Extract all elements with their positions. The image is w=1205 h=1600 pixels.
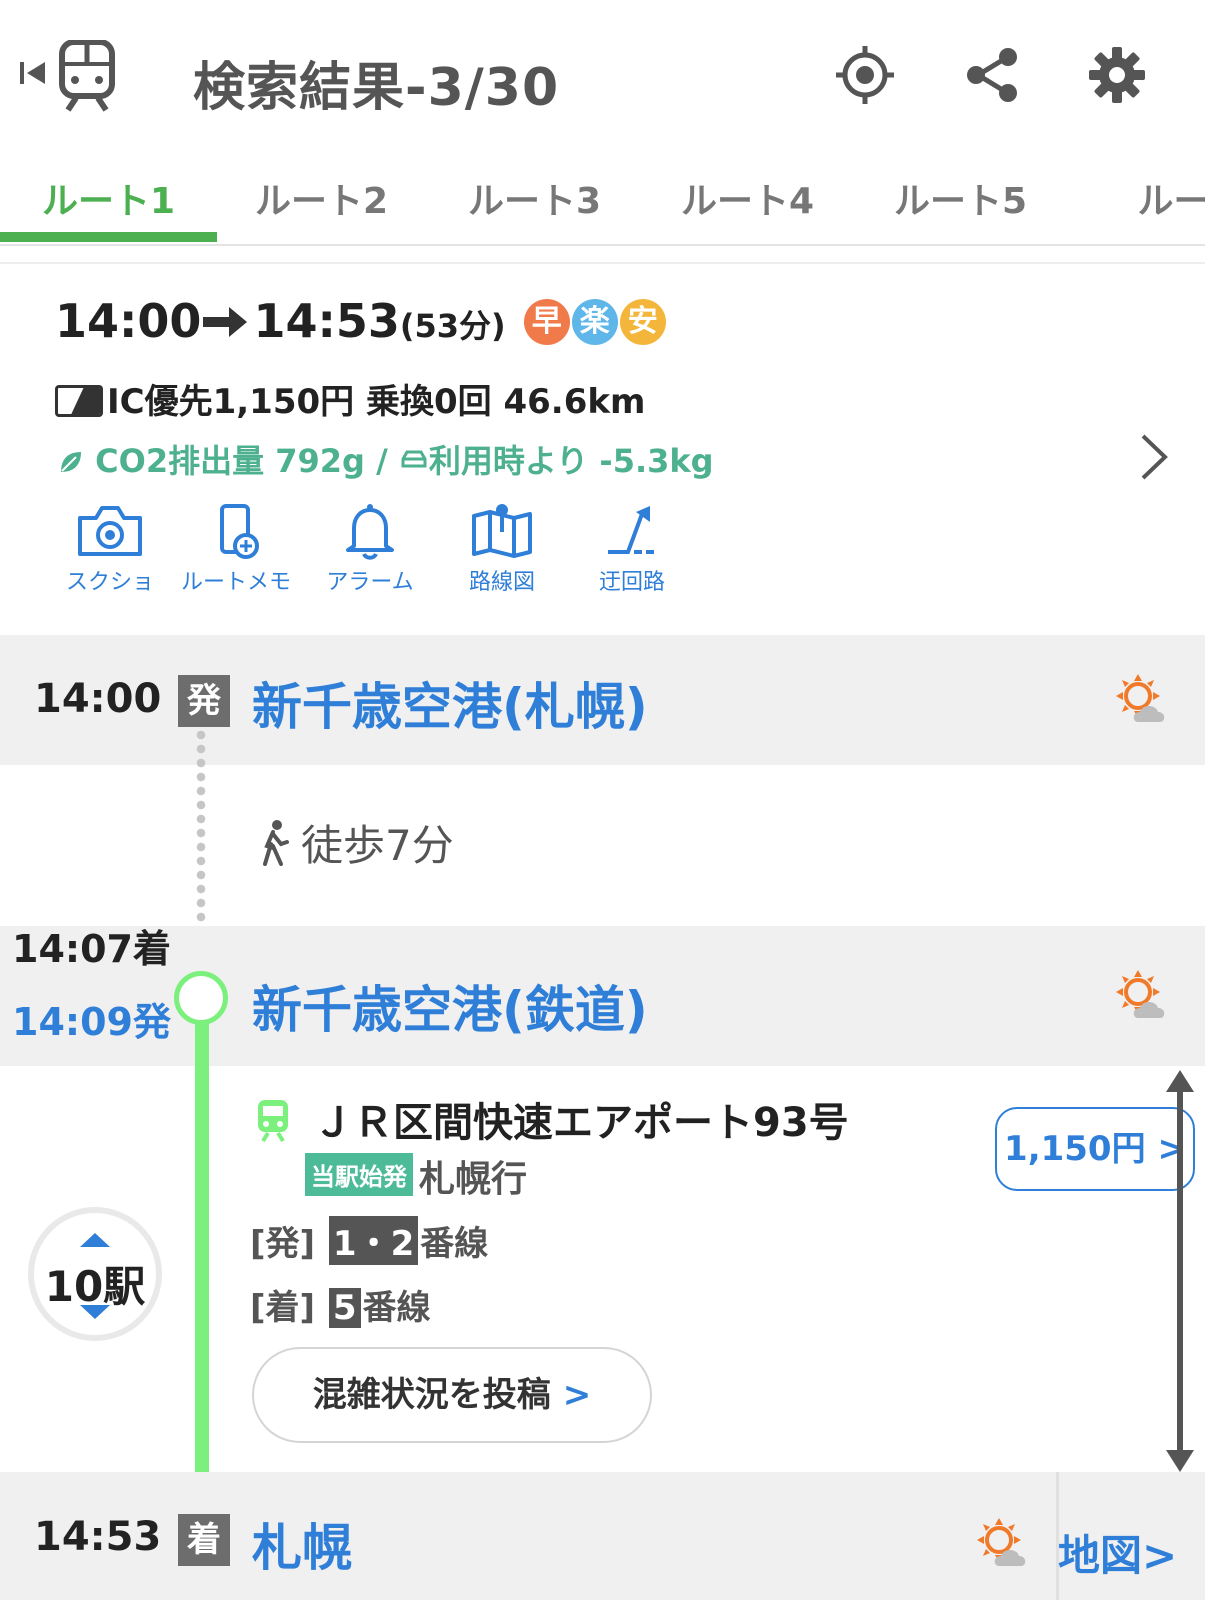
route-map-icon xyxy=(472,504,532,558)
fare-summary: IC優先1,150円 乗換0回 46.6km xyxy=(55,374,645,423)
fast-badge: 早 xyxy=(523,299,570,345)
co2-prefix: CO2排出量 792g / xyxy=(95,442,388,480)
origin-station-name[interactable]: 新千歳空港(札幌) xyxy=(252,667,648,739)
train-name: ＪＲ区間快速エアポート93号 xyxy=(313,1100,849,1146)
congestion-label: 混雑状況を投稿 xyxy=(312,1375,551,1415)
weather-sunny-cloudy-icon[interactable] xyxy=(975,1516,1031,1572)
walk-segment: 徒歩7分 xyxy=(255,812,454,873)
weather-sunny-cloudy-icon[interactable] xyxy=(1114,672,1170,728)
origin-station-badge: 当駅始発 xyxy=(305,1153,413,1196)
car-icon xyxy=(401,450,427,468)
tab-route-5[interactable]: ルート5 xyxy=(852,172,1069,242)
train-route-line xyxy=(195,1004,209,1524)
easy-badge: 楽 xyxy=(571,299,618,345)
transfer-depart-time[interactable]: 14:09発 xyxy=(12,991,171,1046)
route-memo-label: ルートメモ xyxy=(181,570,292,595)
route-tabs: ルート1 ルート2 ルート3 ルート4 ルート5 ルー xyxy=(0,150,1205,246)
arr-platform-number: 5 xyxy=(328,1288,361,1328)
station-node xyxy=(174,971,228,1025)
transfer-arrive-time: 14:07着 xyxy=(12,927,171,971)
train-icon xyxy=(258,1100,288,1143)
fare-amount: 1,150円 xyxy=(1004,1129,1146,1169)
screenshot-label: スクショ xyxy=(65,570,154,595)
tab-route-3[interactable]: ルート3 xyxy=(426,172,643,242)
map-link[interactable]: 地図> xyxy=(1058,1522,1177,1583)
origin-station-row[interactable]: 14:00 発 新千歳空港(札幌) xyxy=(0,635,1205,765)
camera-icon xyxy=(78,506,142,556)
co2-suffix: 利用時より -5.3kg xyxy=(428,442,714,480)
origin-time: 14:00 xyxy=(34,676,162,722)
arrive-time: 14:53 xyxy=(253,294,400,348)
active-tab-indicator xyxy=(0,232,217,242)
train-destination: 当駅始発 札幌行 xyxy=(305,1150,527,1202)
transfer-times: 14:07着 14:09発 xyxy=(12,918,171,1046)
screenshot-button[interactable]: スクショ xyxy=(55,502,165,596)
detour-icon xyxy=(608,506,654,554)
tab-route-6[interactable]: ルー xyxy=(1065,172,1205,242)
weather-sunny-cloudy-icon[interactable] xyxy=(1114,968,1170,1024)
arr-platform-label: [着] xyxy=(250,1288,316,1328)
fare-summary-text: IC優先1,150円 乗換0回 46.6km xyxy=(107,382,646,422)
tab-route-4[interactable]: ルート4 xyxy=(639,172,856,242)
route-map-label: 路線図 xyxy=(468,570,535,595)
map-label: 地図 xyxy=(1058,1531,1143,1580)
gear-icon[interactable] xyxy=(1086,44,1148,106)
train-icon xyxy=(59,40,115,112)
segment-duration-arrow xyxy=(1166,1070,1194,1472)
departure-marker: 発 xyxy=(178,675,230,727)
departure-platform: [発] 1・2 番線 xyxy=(250,1216,488,1265)
ic-card-icon xyxy=(55,385,103,417)
walk-route-line xyxy=(196,728,206,958)
destination-station-row[interactable]: 14:53 着 札幌 xyxy=(0,1472,1205,1600)
train-service[interactable]: ＪＲ区間快速エアポート93号 xyxy=(255,1090,849,1148)
route-summary[interactable]: 14:00 14:53(53分) 早楽安 IC優先1,150円 乗換0回 46.6… xyxy=(0,264,1205,634)
leaf-icon xyxy=(61,452,81,472)
page-title: 検索結果-3/30 xyxy=(193,58,560,118)
depart-time: 14:00 xyxy=(55,294,202,348)
skip-back-icon[interactable] xyxy=(18,58,48,88)
transfer-station-name[interactable]: 新千歳空港(鉄道) xyxy=(252,970,648,1042)
route-memo-button[interactable]: ルートメモ xyxy=(181,502,291,596)
dep-platform-label: [発] xyxy=(250,1224,316,1264)
walking-person-icon xyxy=(263,820,289,866)
arrow-right-icon xyxy=(201,294,253,348)
alarm-button[interactable]: アラーム xyxy=(315,502,425,596)
chevron-right-icon[interactable] xyxy=(1137,432,1171,482)
chevron-down-icon xyxy=(80,1305,110,1319)
chevron-right-icon: > xyxy=(562,1375,592,1415)
detour-label: 迂回路 xyxy=(598,570,665,595)
alarm-label: アラーム xyxy=(326,570,414,595)
share-icon[interactable] xyxy=(962,44,1024,106)
destination-time: 14:53 xyxy=(34,1514,162,1560)
platform-suffix: 番線 xyxy=(362,1288,431,1328)
arrival-marker: 着 xyxy=(178,1514,230,1566)
route-map-button[interactable]: 路線図 xyxy=(447,502,557,596)
arrival-platform: [着] 5 番線 xyxy=(250,1280,431,1329)
location-target-icon[interactable] xyxy=(834,44,896,106)
tab-route-2[interactable]: ルート2 xyxy=(213,172,430,242)
app-header: 検索結果-3/30 xyxy=(0,0,1205,150)
memo-add-icon xyxy=(220,504,259,559)
destination-text: 札幌行 xyxy=(419,1159,528,1200)
chevron-up-icon xyxy=(80,1233,110,1247)
time-summary: 14:00 14:53(53分) 早楽安 xyxy=(55,294,666,348)
cheap-badge: 安 xyxy=(619,299,666,345)
dep-platform-number: 1・2 xyxy=(328,1216,419,1265)
chevron-right-icon: > xyxy=(1142,1531,1178,1580)
duration: (53分) xyxy=(399,307,506,345)
co2-summary: CO2排出量 792g / 利用時より -5.3kg xyxy=(58,436,714,482)
destination-station-name[interactable]: 札幌 xyxy=(252,1508,352,1580)
detour-button[interactable]: 迂回路 xyxy=(577,502,687,596)
platform-suffix: 番線 xyxy=(420,1224,489,1264)
bell-icon xyxy=(346,504,394,560)
walk-duration: 徒歩7分 xyxy=(301,821,454,870)
post-congestion-button[interactable]: 混雑状況を投稿 > xyxy=(252,1347,652,1443)
stops-count-toggle[interactable]: 10駅 xyxy=(28,1207,162,1341)
